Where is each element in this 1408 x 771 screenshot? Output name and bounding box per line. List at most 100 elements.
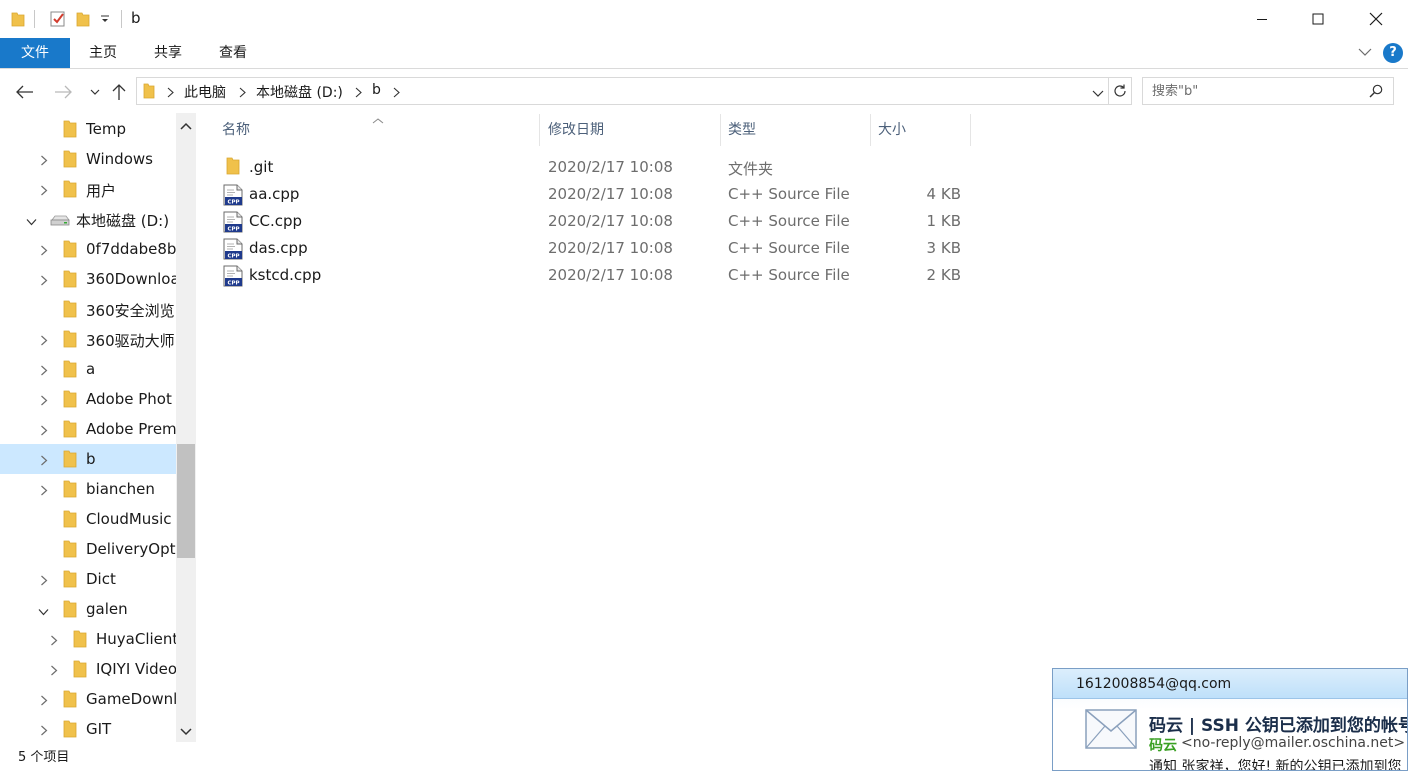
- search-icon[interactable]: [1369, 84, 1383, 102]
- properties-icon[interactable]: [49, 9, 67, 29]
- notification-subject[interactable]: 码云 | SSH 公钥已添加到您的帐号: [1149, 711, 1407, 736]
- nav-tree-item[interactable]: HuyaClient: [0, 624, 176, 654]
- nav-tree-item[interactable]: CloudMusic: [0, 504, 176, 534]
- minimize-button[interactable]: [1239, 0, 1285, 38]
- chevron-right-icon[interactable]: [40, 154, 48, 170]
- chevron-down-icon[interactable]: [26, 214, 37, 230]
- nav-tree-item-label: 360安全浏览: [86, 302, 175, 320]
- nav-tree-item[interactable]: 用户: [0, 174, 176, 204]
- customize-toolbar-icon[interactable]: [100, 9, 110, 29]
- chevron-right-icon[interactable]: [393, 86, 400, 102]
- chevron-right-icon[interactable]: [40, 724, 48, 740]
- chevron-right-icon[interactable]: [40, 394, 48, 410]
- nav-tree-item-label: CloudMusic: [86, 510, 172, 528]
- drive-icon: [50, 213, 70, 231]
- file-type: C++ Source File: [728, 185, 850, 203]
- nav-tree-item[interactable]: IQIYI Video: [0, 654, 176, 684]
- folder-icon: [63, 450, 77, 472]
- email-notification[interactable]: 1612008854@qq.com 码云 | SSH 公钥已添加到您的帐号 码云…: [1052, 668, 1408, 771]
- nav-tree-item[interactable]: GIT: [0, 714, 176, 742]
- nav-tree-item[interactable]: Dict: [0, 564, 176, 594]
- chevron-right-icon[interactable]: [239, 86, 246, 102]
- svg-text:CPP: CPP: [227, 200, 239, 206]
- scroll-down-icon[interactable]: [180, 724, 192, 740]
- scroll-up-icon[interactable]: [180, 118, 192, 134]
- nav-tree-item[interactable]: Temp: [0, 114, 176, 144]
- nav-tree-item[interactable]: Adobe Phot: [0, 384, 176, 414]
- chevron-right-icon[interactable]: [40, 424, 48, 440]
- folder-icon: [63, 570, 77, 592]
- folder-icon: [63, 330, 77, 352]
- nav-tree-item[interactable]: bianchen: [0, 474, 176, 504]
- help-icon[interactable]: ?: [1383, 43, 1403, 63]
- file-date: 2020/2/17 10:08: [548, 266, 673, 284]
- search-input[interactable]: [1143, 78, 1353, 104]
- nav-tree-item-label: Temp: [86, 120, 126, 138]
- nav-tree-item[interactable]: 360驱动大师: [0, 324, 176, 354]
- folder-icon: [63, 390, 77, 412]
- up-button[interactable]: [106, 79, 132, 105]
- chevron-right-icon[interactable]: [40, 364, 48, 380]
- nav-tree-item[interactable]: galen: [0, 594, 176, 624]
- new-folder-icon[interactable]: [76, 9, 90, 29]
- nav-tree-item[interactable]: a: [0, 354, 176, 384]
- file-row-kstcd-cpp[interactable]: CPP kstcd.cpp 2020/2/17 10:08 C++ Source Fi…: [216, 262, 976, 289]
- tab-view[interactable]: 查看: [209, 38, 257, 68]
- chevron-right-icon[interactable]: [40, 184, 48, 200]
- nav-tree-item[interactable]: 本地磁盘 (D:): [0, 204, 176, 234]
- address-bar[interactable]: 此电脑 本地磁盘 (D:) b: [136, 77, 1109, 105]
- nav-tree-item[interactable]: GameDownl: [0, 684, 176, 714]
- chevron-right-icon[interactable]: [40, 274, 48, 290]
- close-button[interactable]: [1353, 0, 1399, 38]
- notification-preview: 通知 张家祥，您好! 新的公钥已添加到您: [1149, 759, 1402, 771]
- chevron-down-icon[interactable]: [1092, 86, 1104, 102]
- chevron-right-icon[interactable]: [355, 86, 362, 102]
- chevron-right-icon[interactable]: [40, 484, 48, 500]
- forward-button[interactable]: [50, 79, 76, 105]
- folder-icon: [63, 360, 77, 382]
- search-box[interactable]: [1142, 77, 1394, 105]
- column-header-type[interactable]: 类型: [722, 114, 870, 146]
- chevron-down-icon[interactable]: [38, 604, 49, 620]
- file-row-das-cpp[interactable]: CPP das.cpp 2020/2/17 10:08 C++ Source File…: [216, 235, 976, 262]
- refresh-button[interactable]: [1109, 77, 1132, 105]
- back-button[interactable]: [12, 79, 38, 105]
- notification-account: 1612008854@qq.com: [1076, 676, 1232, 692]
- breadcrumb-drive-d[interactable]: 本地磁盘 (D:): [256, 82, 343, 102]
- nav-tree-item[interactable]: 360Downloa: [0, 264, 176, 294]
- nav-tree-item[interactable]: 0f7ddabe8b: [0, 234, 176, 264]
- tab-home[interactable]: 主页: [79, 38, 127, 68]
- folder-icon: [63, 120, 77, 142]
- maximize-button[interactable]: [1295, 0, 1341, 38]
- folder-icon: [63, 720, 77, 742]
- nav-tree-item[interactable]: 360安全浏览: [0, 294, 176, 324]
- chevron-right-icon[interactable]: [50, 664, 58, 680]
- column-header-size[interactable]: 大小: [872, 114, 970, 146]
- scrollbar-thumb[interactable]: [177, 444, 195, 558]
- chevron-right-icon[interactable]: [167, 86, 174, 102]
- tab-share[interactable]: 共享: [144, 38, 192, 68]
- nav-tree-item[interactable]: b: [0, 444, 176, 474]
- breadcrumb-b[interactable]: b: [372, 82, 381, 98]
- expand-ribbon-icon[interactable]: [1358, 45, 1372, 63]
- file-row-cc-cpp[interactable]: CPP CC.cpp 2020/2/17 10:08 C++ Source File 1…: [216, 208, 976, 235]
- chevron-right-icon[interactable]: [40, 574, 48, 590]
- nav-tree-item[interactable]: Windows: [0, 144, 176, 174]
- folder-icon: [63, 420, 77, 442]
- chevron-right-icon[interactable]: [50, 634, 58, 650]
- recent-locations-button[interactable]: [82, 79, 108, 105]
- nav-tree-item[interactable]: Adobe Prem: [0, 414, 176, 444]
- chevron-right-icon[interactable]: [40, 694, 48, 710]
- chevron-right-icon[interactable]: [40, 454, 48, 470]
- chevron-right-icon[interactable]: [40, 244, 48, 260]
- file-row-aa-cpp[interactable]: CPP aa.cpp 2020/2/17 10:08 C++ Source File 4…: [216, 181, 976, 208]
- navigation-scrollbar[interactable]: [176, 113, 196, 742]
- column-header-date[interactable]: 修改日期: [542, 114, 720, 146]
- navigation-pane[interactable]: Temp Windows 用户 本地磁盘 (D:) 0f7ddabe8b 360Downl…: [0, 113, 196, 742]
- nav-tree-item-label: IQIYI Video: [96, 660, 176, 678]
- nav-tree-item[interactable]: DeliveryOpti: [0, 534, 176, 564]
- chevron-right-icon[interactable]: [40, 334, 48, 350]
- file-row-git[interactable]: .git 2020/2/17 10:08 文件夹: [216, 154, 976, 181]
- breadcrumb-this-pc[interactable]: 此电脑: [184, 82, 226, 102]
- tab-file[interactable]: 文件: [0, 38, 70, 68]
